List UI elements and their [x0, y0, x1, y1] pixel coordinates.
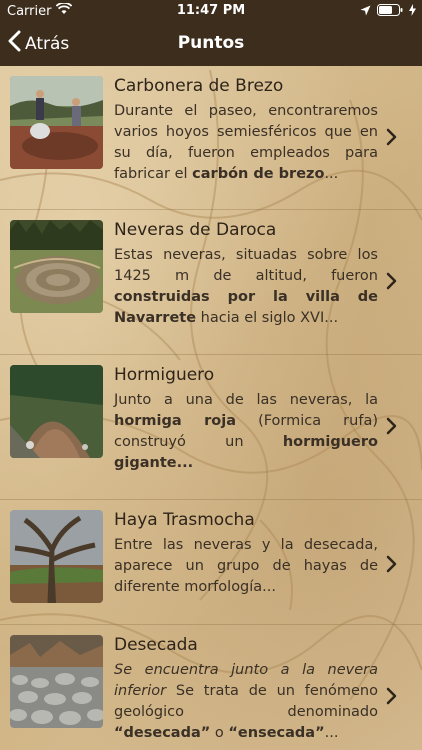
location-arrow-icon: [360, 5, 371, 20]
description-segment: “ensecada”: [228, 725, 325, 741]
battery-icon: [377, 4, 403, 20]
back-label: Atrás: [25, 33, 70, 54]
chevron-right-icon: [386, 272, 397, 290]
neveras-thumbnail: [10, 220, 103, 313]
hormiguero-thumbnail: [10, 365, 103, 458]
description-segment: hormiga roja: [114, 413, 237, 429]
chevron-right-icon: [386, 128, 397, 146]
item-description: Durante el paseo, encontraremos varios h…: [114, 101, 378, 185]
item-title: Neveras de Daroca: [114, 220, 277, 240]
charging-bolt-icon: [409, 4, 416, 20]
item-title: Carbonera de Brezo: [114, 76, 284, 96]
item-title: Hormiguero: [114, 365, 215, 385]
list-item-desecada[interactable]: Desecada Se encuentra junto a la nevera …: [0, 625, 422, 750]
description-segment: “desecada”: [114, 725, 211, 741]
description-segment: Junto a una de las neveras, la: [114, 392, 378, 408]
chevron-left-icon: [8, 30, 21, 57]
description-segment: Entre las neveras y la desecada, aparece…: [114, 537, 378, 595]
item-title: Haya Trasmocha: [114, 510, 255, 530]
back-button[interactable]: Atrás: [8, 30, 69, 57]
haya-trasmocha-thumbnail: [10, 510, 103, 603]
navigation-bar: Atrás Puntos: [0, 22, 422, 66]
description-segment: ...: [324, 166, 339, 182]
clock: 11:47 PM: [176, 3, 246, 18]
item-description: Junto a una de las neveras, la hormiga r…: [114, 390, 378, 474]
description-segment: Estas neveras, situadas sobre los 1425 m…: [114, 247, 378, 284]
description-segment: ...: [324, 725, 339, 741]
carbonera-thumbnail: [10, 76, 103, 169]
status-bar: Carrier 11:47 PM: [0, 0, 422, 22]
item-title: Desecada: [114, 635, 198, 655]
description-segment: o: [210, 725, 229, 741]
item-description: Entre las neveras y la desecada, aparece…: [114, 535, 378, 598]
item-description: Estas neveras, situadas sobre los 1425 m…: [114, 245, 378, 329]
list-item-carbonera[interactable]: Carbonera de Brezo Durante el paseo, enc…: [0, 66, 422, 210]
item-description: Se encuentra junto a la nevera inferior …: [114, 660, 378, 744]
desecada-thumbnail: [10, 635, 103, 728]
chevron-right-icon: [386, 417, 397, 435]
description-segment: carbón de brezo: [192, 166, 325, 182]
description-segment: hacia el siglo XVI...: [196, 310, 339, 326]
list-item-haya-trasmocha[interactable]: Haya Trasmocha Entre las neveras y la de…: [0, 500, 422, 625]
chevron-right-icon: [386, 687, 397, 705]
list-item-hormiguero[interactable]: Hormiguero Junto a una de las neveras, l…: [0, 355, 422, 500]
chevron-right-icon: [386, 555, 397, 573]
list-item-neveras[interactable]: Neveras de Daroca Estas neveras, situada…: [0, 210, 422, 355]
